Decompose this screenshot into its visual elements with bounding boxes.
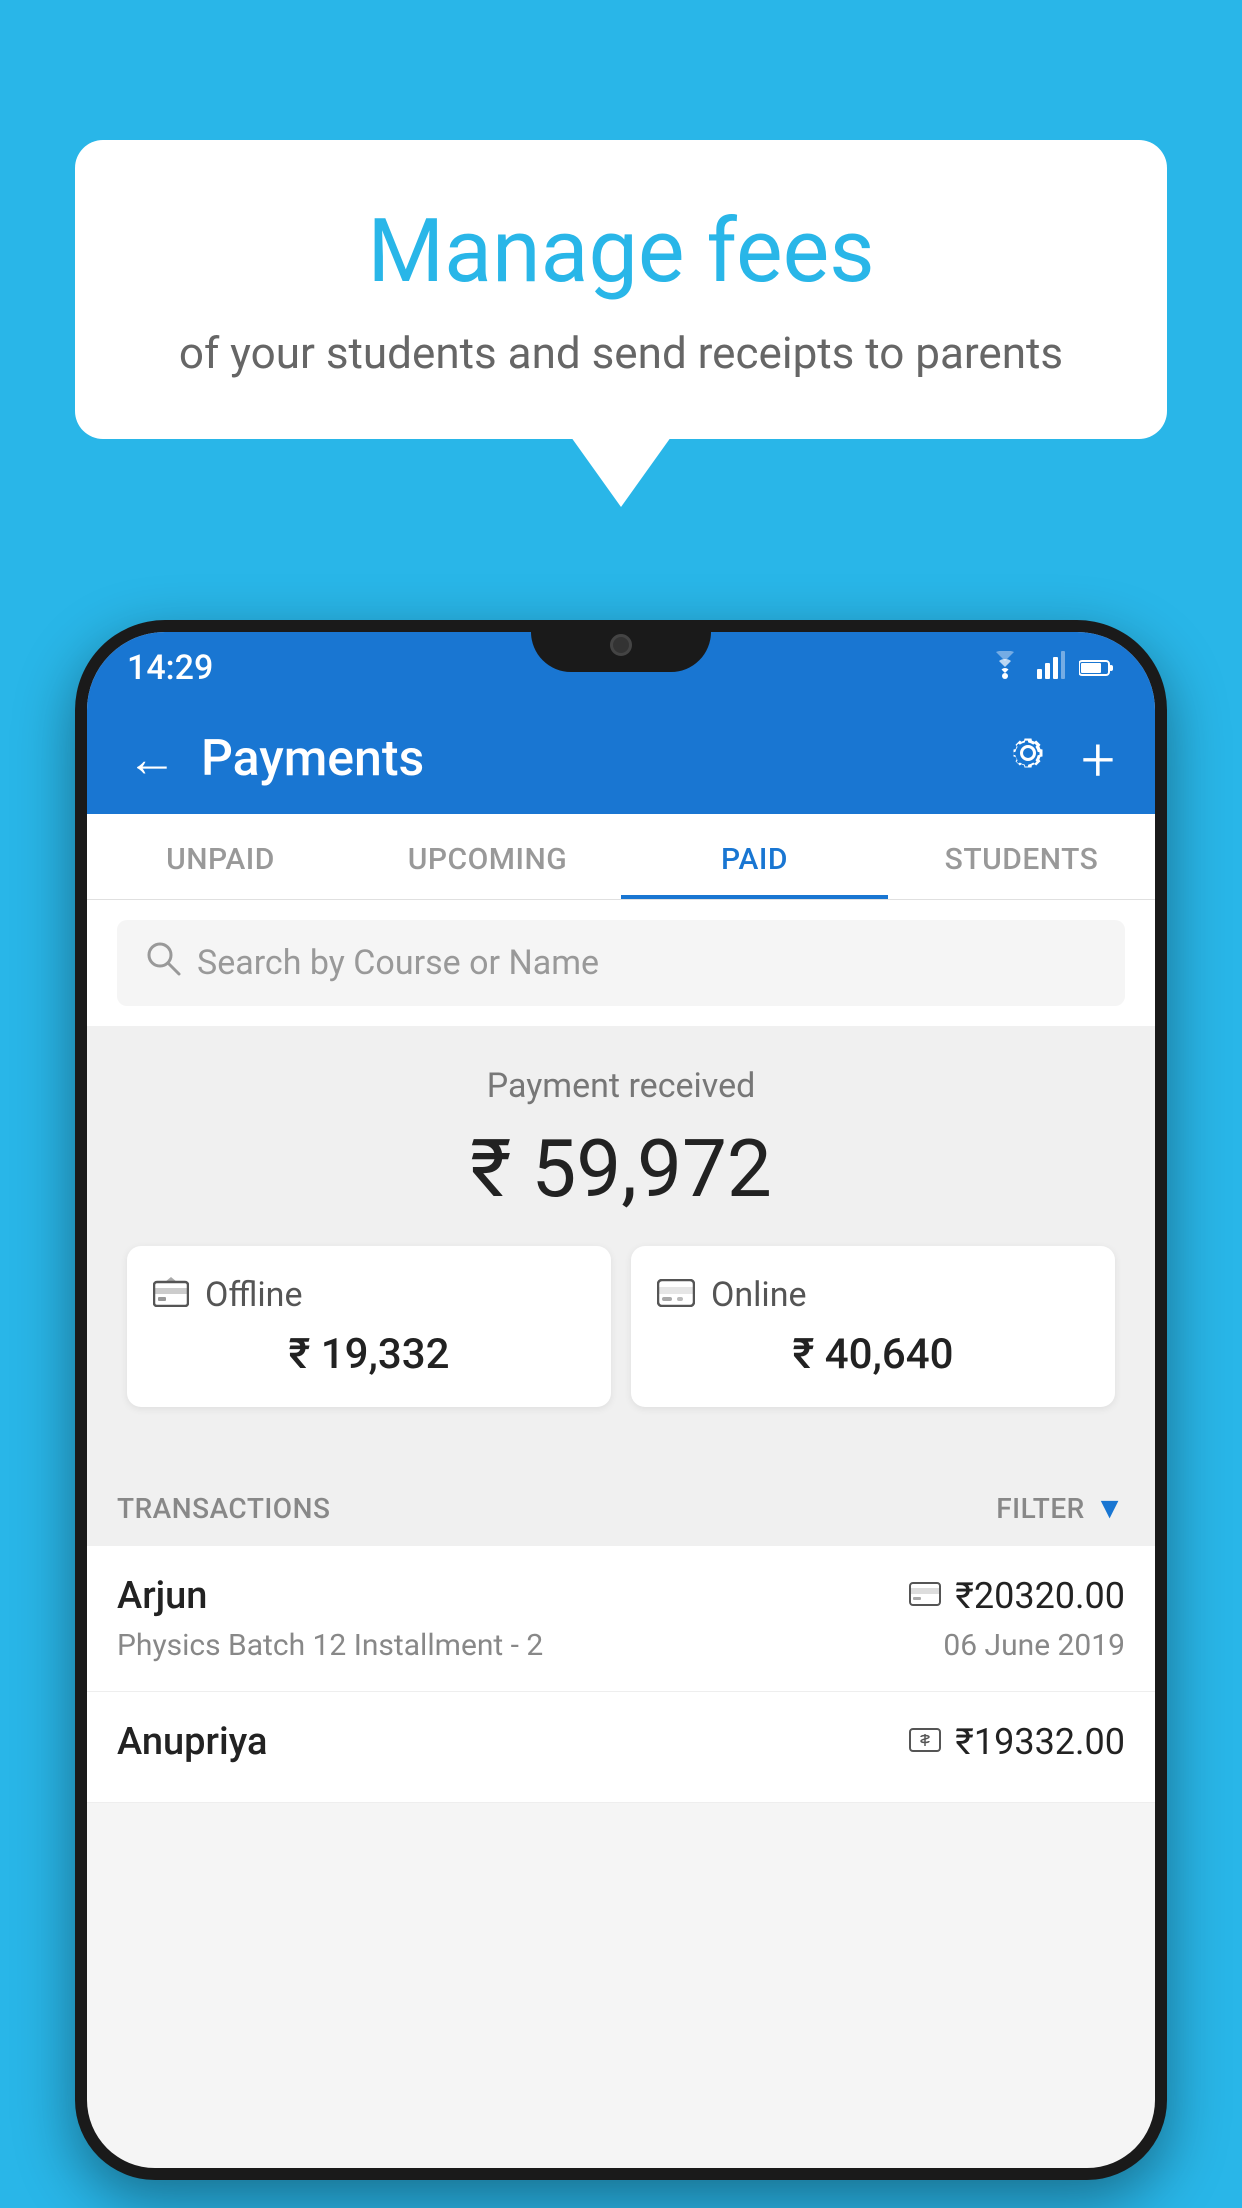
transaction-amount-2: ₹19332.00 [955,1721,1125,1763]
offline-amount: ₹ 19,332 [153,1330,585,1379]
front-camera [610,634,632,656]
payment-total-amount: ₹ 59,972 [117,1122,1125,1216]
online-card-header: Online [657,1274,1089,1316]
transaction-amount-1: ₹20320.00 [955,1575,1125,1617]
search-input[interactable]: Search by Course or Name [197,943,599,983]
phone-container: 14:29 [75,620,1167,2208]
filter-icon: ▼ [1095,1491,1125,1526]
header-title: Payments [201,730,1005,788]
tab-bar: UNPAID UPCOMING PAID STUDENTS [87,814,1155,900]
tab-upcoming[interactable]: UPCOMING [354,814,621,899]
status-time: 14:29 [127,648,213,688]
speech-bubble-title: Manage fees [155,200,1087,303]
filter-label: FILTER [996,1492,1085,1525]
offline-label: Offline [205,1275,302,1315]
transaction-date-1: 06 June 2019 [943,1628,1125,1663]
transaction-top-2: Anupriya ₹19332.00 [117,1720,1125,1764]
app-header: ← Payments + [87,704,1155,814]
tab-unpaid[interactable]: UNPAID [87,814,354,899]
search-icon [145,940,181,986]
transaction-name-1: Arjun [117,1574,207,1618]
status-icons [987,651,1115,686]
transaction-name-2: Anupriya [117,1720,267,1764]
transaction-amount-row-1: ₹20320.00 [909,1575,1125,1617]
online-label: Online [711,1275,807,1315]
transaction-amount-row-2: ₹19332.00 [909,1721,1125,1763]
phone-screen: 14:29 [87,632,1155,2168]
filter-button[interactable]: FILTER ▼ [996,1491,1125,1526]
signal-icon [1037,651,1065,686]
settings-icon[interactable] [1005,730,1051,788]
offline-card-header: Offline [153,1274,585,1316]
battery-icon [1079,652,1115,685]
search-bar[interactable]: Search by Course or Name [117,920,1125,1006]
speech-bubble: Manage fees of your students and send re… [75,140,1167,439]
transaction-course-1: Physics Batch 12 Installment - 2 [117,1628,543,1663]
transaction-bottom-1: Physics Batch 12 Installment - 2 06 June… [117,1628,1125,1663]
card-payment-icon [909,1579,941,1614]
payment-cards: Offline ₹ 19,332 [117,1246,1125,1437]
speech-bubble-pointer [571,437,671,507]
transaction-row[interactable]: Arjun ₹20320.00 Physics Batch 1 [87,1546,1155,1692]
speech-bubble-container: Manage fees of your students and send re… [75,140,1167,507]
offline-payment-card: Offline ₹ 19,332 [127,1246,611,1407]
offline-payment-icon [153,1274,189,1316]
tab-paid[interactable]: PAID [621,814,888,899]
online-payment-card: Online ₹ 40,640 [631,1246,1115,1407]
cash-payment-icon [909,1725,941,1760]
back-button[interactable]: ← [127,730,177,789]
add-button[interactable]: + [1081,724,1115,795]
search-container: Search by Course or Name [87,900,1155,1026]
online-payment-icon [657,1274,695,1316]
speech-bubble-subtitle: of your students and send receipts to pa… [155,327,1087,379]
transactions-label: TRANSACTIONS [117,1492,330,1525]
transactions-header: TRANSACTIONS FILTER ▼ [87,1467,1155,1546]
payment-summary: Payment received ₹ 59,972 [87,1026,1155,1467]
transaction-top-1: Arjun ₹20320.00 [117,1574,1125,1618]
tab-students[interactable]: STUDENTS [888,814,1155,899]
transaction-row-2[interactable]: Anupriya ₹19332.00 [87,1692,1155,1803]
payment-received-label: Payment received [117,1066,1125,1106]
wifi-icon [987,651,1023,686]
phone-notch [531,620,711,672]
online-amount: ₹ 40,640 [657,1330,1089,1379]
phone-frame: 14:29 [75,620,1167,2180]
